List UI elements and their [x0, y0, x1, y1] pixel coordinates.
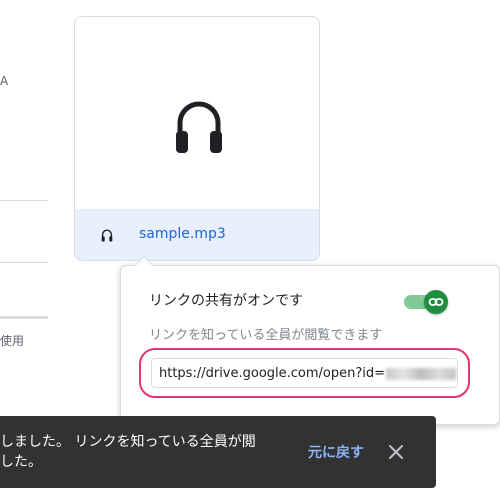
- link-highlight: https://drive.google.com/open?id=: [139, 348, 470, 398]
- snackbar: しました。 リンクを知っている全員が閲 した。 元に戻す: [0, 416, 436, 488]
- undo-button[interactable]: 元に戻す: [308, 442, 364, 462]
- panel-text-fragment: A: [0, 74, 9, 88]
- file-card[interactable]: sample.mp3: [74, 16, 320, 261]
- link-icon: [428, 298, 444, 306]
- link-sharing-title: リンクの共有がオンです: [149, 293, 303, 309]
- headphones-icon: [101, 229, 113, 242]
- redacted-file-id: [386, 368, 456, 380]
- left-details-panel: A 使用: [0, 0, 48, 380]
- snackbar-message: しました。 リンクを知っている全員が閲 した。: [0, 434, 256, 470]
- share-link-url[interactable]: https://drive.google.com/open?id=: [159, 366, 385, 381]
- headphones-icon: [176, 101, 222, 153]
- usage-label: 使用: [0, 334, 25, 348]
- link-sharing-toggle[interactable]: [404, 290, 448, 314]
- divider: [0, 200, 48, 201]
- close-icon[interactable]: [384, 440, 408, 464]
- toggle-thumb[interactable]: [424, 290, 448, 314]
- link-sharing-popup: リンクの共有がオンです リンクを知っている全員が閲覧できます https://d…: [120, 265, 500, 425]
- file-preview[interactable]: [75, 17, 319, 209]
- drive-screen: A 使用 sample.mp3 リンクの共有がオンです リンクを知っている全員が…: [0, 0, 500, 496]
- storage-bar: [0, 316, 48, 319]
- divider: [0, 262, 48, 263]
- share-link-field[interactable]: https://drive.google.com/open?id=: [151, 358, 458, 388]
- file-card-footer[interactable]: sample.mp3: [75, 209, 319, 260]
- link-sharing-description: リンクを知っている全員が閲覧できます: [149, 328, 383, 343]
- file-name[interactable]: sample.mp3: [139, 226, 226, 242]
